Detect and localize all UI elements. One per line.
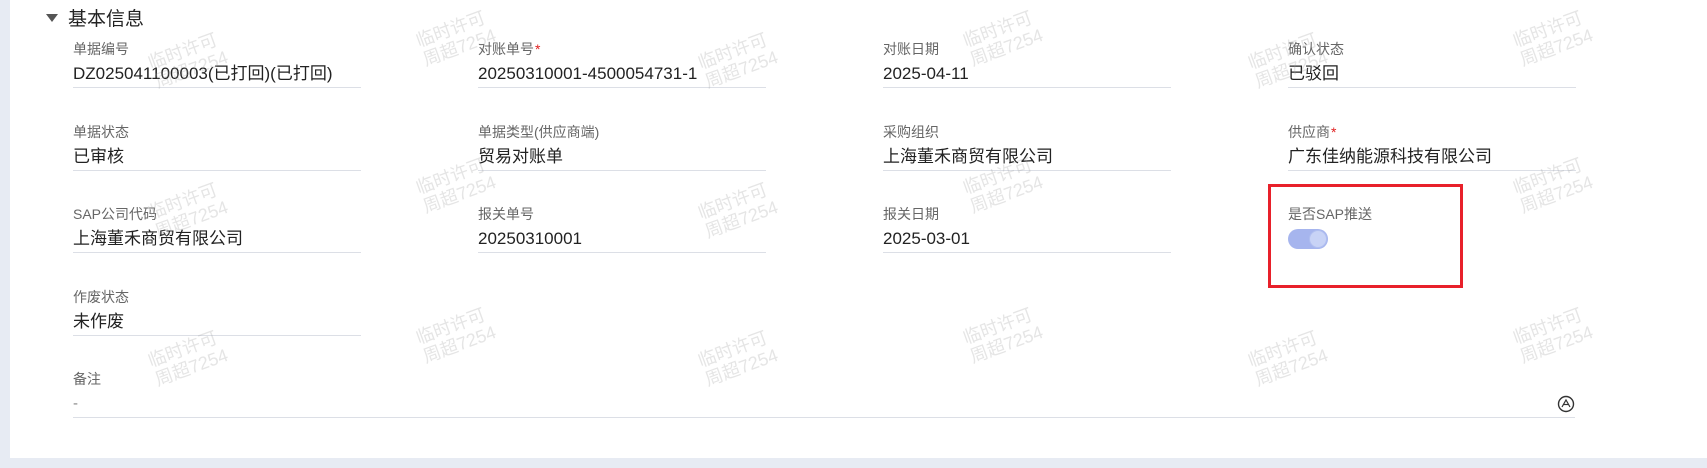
field-statement-number: 对账单号* 20250310001-4500054731-1 bbox=[478, 40, 766, 88]
caret-down-icon[interactable] bbox=[46, 14, 58, 22]
section-title: 基本信息 bbox=[68, 8, 145, 30]
field-label: 备注 bbox=[73, 371, 101, 387]
field-label: 报关日期 bbox=[883, 206, 939, 222]
field-label-text: 对账单号 bbox=[478, 41, 534, 57]
field-value[interactable]: DZ025041100003(已打回)(已打回) bbox=[73, 61, 361, 88]
field-sap-push: 是否SAP推送 bbox=[1288, 205, 1576, 249]
field-customs-number: 报关单号 20250310001 bbox=[478, 205, 766, 253]
translate-icon[interactable] bbox=[1557, 395, 1575, 413]
field-label-text: 供应商 bbox=[1288, 124, 1330, 140]
field-doc-status: 单据状态 已审核 bbox=[73, 123, 361, 171]
field-label: 报关单号 bbox=[478, 206, 534, 222]
field-value[interactable]: 已驳回 bbox=[1288, 61, 1576, 88]
field-label: 供应商* bbox=[1288, 123, 1576, 141]
field-label: 单据类型(供应商端) bbox=[478, 124, 600, 140]
field-purchasing-org: 采购组织 上海董禾商贸有限公司 bbox=[883, 123, 1171, 171]
field-confirm-status: 确认状态 已驳回 bbox=[1288, 40, 1576, 88]
field-label: 采购组织 bbox=[883, 124, 939, 140]
field-value[interactable]: 贸易对账单 bbox=[478, 144, 766, 171]
field-label: 是否SAP推送 bbox=[1288, 206, 1373, 222]
field-value[interactable]: 20250310001 bbox=[478, 226, 766, 253]
field-value[interactable]: 已审核 bbox=[73, 144, 361, 171]
field-void-status: 作废状态 未作废 bbox=[73, 288, 361, 336]
field-label: SAP公司代码 bbox=[73, 206, 158, 222]
field-statement-date: 对账日期 2025-04-11 bbox=[883, 40, 1171, 88]
sap-push-toggle[interactable] bbox=[1288, 229, 1328, 249]
field-sap-company-code: SAP公司代码 上海董禾商贸有限公司 bbox=[73, 205, 361, 253]
field-doc-number: 单据编号 DZ025041100003(已打回)(已打回) bbox=[73, 40, 361, 88]
field-value[interactable]: 上海董禾商贸有限公司 bbox=[73, 226, 361, 253]
field-supplier: 供应商* 广东佳纳能源科技有限公司 bbox=[1288, 123, 1576, 171]
field-remark: 备注 - bbox=[73, 370, 1575, 418]
field-value[interactable]: 20250310001-4500054731-1 bbox=[478, 61, 766, 88]
field-value[interactable]: 上海董禾商贸有限公司 bbox=[883, 144, 1171, 171]
field-label: 对账单号* bbox=[478, 40, 766, 58]
field-customs-date: 报关日期 2025-03-01 bbox=[883, 205, 1171, 253]
field-label: 作废状态 bbox=[73, 289, 129, 305]
field-value: - bbox=[73, 395, 78, 412]
section-header[interactable]: 基本信息 bbox=[46, 6, 145, 30]
field-label: 单据编号 bbox=[73, 41, 129, 57]
field-value[interactable]: 广东佳纳能源科技有限公司 bbox=[1288, 144, 1576, 171]
required-mark: * bbox=[1331, 124, 1337, 140]
field-value[interactable]: 2025-04-11 bbox=[883, 61, 1171, 88]
required-mark: * bbox=[535, 41, 541, 57]
field-label: 单据状态 bbox=[73, 124, 129, 140]
field-label: 对账日期 bbox=[883, 41, 939, 57]
field-value[interactable]: 2025-03-01 bbox=[883, 226, 1171, 253]
remark-input[interactable]: - bbox=[73, 391, 1575, 418]
field-doc-type: 单据类型(供应商端) 贸易对账单 bbox=[478, 123, 766, 171]
field-value[interactable]: 未作废 bbox=[73, 309, 361, 336]
toggle-knob bbox=[1309, 230, 1327, 248]
field-label: 确认状态 bbox=[1288, 41, 1344, 57]
